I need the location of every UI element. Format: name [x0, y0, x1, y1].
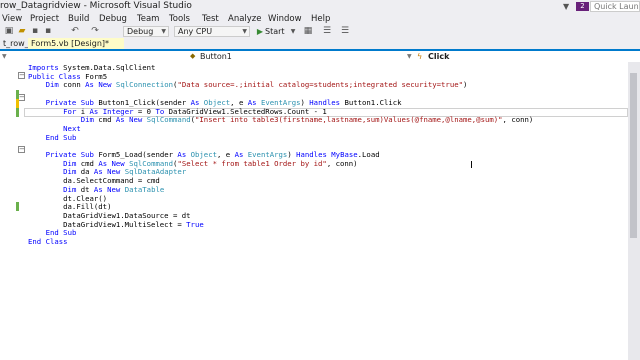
- chevron-down-icon[interactable]: ▼: [289, 26, 297, 37]
- code-line[interactable]: DataGridView1.DataSource = dt: [28, 211, 190, 220]
- code-line[interactable]: Public Class Form5: [28, 72, 107, 81]
- save-icon[interactable]: ▪: [30, 26, 40, 37]
- document-tab-strip: t_row_Datagridview Form5.vb [Design]*: [0, 38, 640, 51]
- chevron-down-icon: ▼: [242, 28, 247, 35]
- open-folder-icon[interactable]: ▰: [17, 26, 27, 37]
- start-play-icon[interactable]: ▶: [255, 26, 265, 37]
- collapse-icon[interactable]: −: [18, 72, 25, 79]
- code-line[interactable]: Dim dt As New DataTable: [28, 185, 164, 194]
- menu-view[interactable]: View: [2, 13, 22, 25]
- code-line[interactable]: DataGridView1.MultiSelect = True: [28, 220, 204, 229]
- menu-analyze[interactable]: Analyze: [228, 13, 262, 25]
- code-line[interactable]: Dim conn As New SqlConnection("Data sour…: [28, 80, 468, 89]
- code-line[interactable]: dt.Clear(): [28, 194, 107, 203]
- menu-window[interactable]: Window: [268, 13, 302, 25]
- chevron-down-icon[interactable]: ▼: [2, 51, 8, 62]
- menu-tools[interactable]: Tools: [169, 13, 190, 25]
- code-line[interactable]: Private Sub Button1_Click(sender As Obje…: [28, 98, 402, 107]
- menu-help[interactable]: Help: [311, 13, 330, 25]
- change-indicator: [16, 202, 19, 211]
- tab-form5-label: Form5.vb [Design]*: [31, 39, 110, 48]
- quick-launch-input[interactable]: Quick Launc: [590, 1, 640, 12]
- change-indicator: [16, 90, 19, 99]
- menu-team[interactable]: Team: [137, 13, 159, 25]
- code-line[interactable]: End Sub: [28, 228, 77, 237]
- toolbar-icon[interactable]: ▦: [303, 26, 313, 37]
- redo-icon[interactable]: ↷: [90, 26, 100, 37]
- undo-icon[interactable]: ↶: [70, 26, 80, 37]
- platform-value: Any CPU: [178, 27, 213, 36]
- solution-config-value: Debug: [127, 27, 154, 36]
- event-dropdown[interactable]: Click: [428, 51, 449, 62]
- notification-badge[interactable]: 2: [576, 2, 589, 11]
- menu-bar: View Project Build Debug Team Tools Test…: [0, 13, 640, 25]
- code-line[interactable]: End Class: [28, 237, 68, 246]
- tab-form5-design[interactable]: Form5.vb [Design]*: [28, 38, 124, 49]
- window-title: row_Datagridview - Microsoft Visual Stud…: [0, 1, 192, 11]
- toolbar: ▣ ▰ ▪ ▪ ↶ ↷ Debug ▼ Any CPU ▼ ▶ Start ▼ …: [0, 25, 640, 38]
- save-all-icon[interactable]: ▪: [43, 26, 53, 37]
- comment-icon[interactable]: ☰: [322, 26, 332, 37]
- menu-build[interactable]: Build: [68, 13, 89, 25]
- menu-debug[interactable]: Debug: [99, 13, 127, 25]
- filter-icon[interactable]: ▼: [563, 2, 572, 11]
- uncomment-icon[interactable]: ☰: [340, 26, 350, 37]
- new-project-icon[interactable]: ▣: [4, 26, 14, 37]
- menu-project[interactable]: Project: [30, 13, 59, 25]
- platform-dropdown[interactable]: Any CPU ▼: [174, 26, 250, 37]
- scrollbar-thumb[interactable]: [630, 73, 637, 238]
- code-editor[interactable]: − − − Imports System.Data.SqlClient Publi…: [0, 62, 628, 360]
- code-line[interactable]: Dim cmd As New SqlCommand("Insert into t…: [28, 115, 534, 124]
- code-line[interactable]: End Sub: [28, 133, 77, 142]
- text-cursor-icon: I: [470, 160, 473, 171]
- change-indicator: [16, 99, 19, 108]
- chevron-down-icon: ▼: [161, 28, 166, 35]
- code-line[interactable]: da.SelectCommand = cmd: [28, 176, 160, 185]
- chevron-down-icon[interactable]: ▼: [407, 51, 412, 62]
- solution-config-dropdown[interactable]: Debug ▼: [123, 26, 169, 37]
- collapse-icon[interactable]: −: [18, 94, 25, 101]
- code-line[interactable]: For i As Integer = 0 To DataGridView1.Se…: [28, 107, 327, 116]
- code-line[interactable]: da.Fill(dt): [28, 202, 111, 211]
- code-line[interactable]: Dim cmd As New SqlCommand("Select * from…: [28, 159, 357, 168]
- code-line[interactable]: Next: [28, 124, 81, 133]
- code-line[interactable]: Private Sub Form5_Load(sender As Object,…: [28, 150, 380, 159]
- event-icon: ϟ: [417, 52, 423, 61]
- object-dropdown[interactable]: Button1: [200, 51, 232, 62]
- change-indicator: [16, 108, 19, 117]
- tab-project[interactable]: t_row_Datagridview: [0, 38, 82, 49]
- menu-test[interactable]: Test: [202, 13, 219, 25]
- code-line[interactable]: Imports System.Data.SqlClient: [28, 63, 155, 72]
- object-icon: ◆: [190, 52, 196, 60]
- start-button[interactable]: Start: [265, 26, 289, 37]
- title-bar: row_Datagridview - Microsoft Visual Stud…: [0, 0, 640, 13]
- collapse-icon[interactable]: −: [18, 146, 25, 153]
- code-line[interactable]: Dim da As New SqlDataAdapter: [28, 167, 186, 176]
